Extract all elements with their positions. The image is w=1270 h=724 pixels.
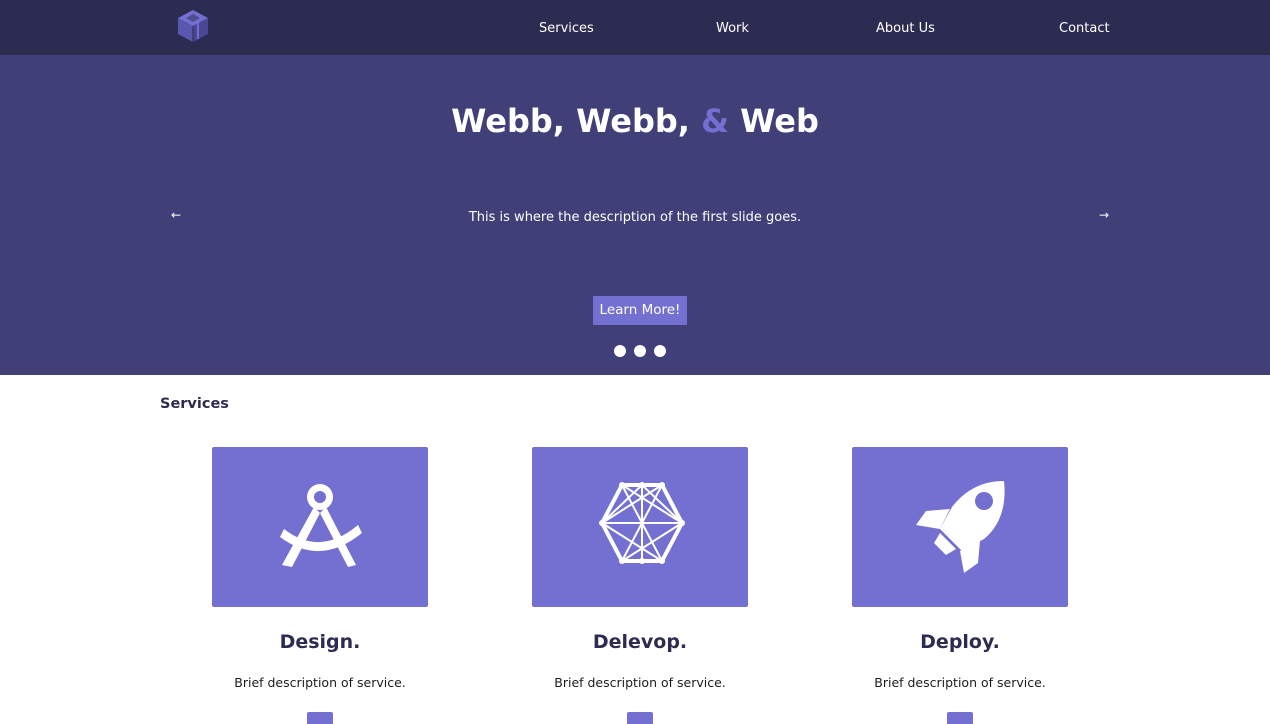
hexagon-network-icon — [599, 482, 685, 564]
carousel-next-arrow-icon[interactable]: → — [1099, 206, 1109, 224]
learn-more-button[interactable]: Learn More! — [593, 296, 687, 325]
hero-title-part2: Web — [728, 102, 819, 140]
hero-description: This is where the description of the fir… — [468, 210, 802, 225]
carousel-dot-2[interactable] — [634, 345, 646, 357]
services-heading: Services — [160, 396, 229, 412]
nav-contact[interactable]: Contact — [1059, 20, 1110, 38]
hero-title: Webb, Webb, & Web — [0, 101, 1270, 141]
service-card-deploy: Deploy. Brief description of service. — [852, 447, 1068, 724]
compass-drafting-icon — [280, 484, 362, 567]
service-card-description: Brief description of service. — [554, 675, 726, 690]
hero-title-part1: Webb, Webb, — [451, 102, 702, 140]
nav-services[interactable]: Services — [539, 20, 594, 38]
service-card-design: Design. Brief description of service. — [212, 447, 428, 724]
service-card-title: Delevop. — [592, 631, 688, 653]
nav-work[interactable]: Work — [716, 20, 749, 38]
service-card-image[interactable] — [852, 447, 1068, 607]
carousel-dot-1[interactable] — [614, 345, 626, 357]
nav-about-us[interactable]: About Us — [876, 20, 935, 38]
service-card-image[interactable] — [532, 447, 748, 607]
logo-icon[interactable] — [178, 8, 212, 46]
service-card-title: Design. — [279, 631, 361, 653]
service-card-develop: Delevop. Brief description of service. — [532, 447, 748, 724]
service-card-button[interactable] — [627, 712, 653, 724]
carousel-dot-3[interactable] — [654, 345, 666, 357]
service-card-button[interactable] — [307, 712, 333, 724]
hero-carousel: Webb, Webb, & Web ← This is where the de… — [0, 55, 1270, 375]
rocket-icon — [916, 481, 1005, 573]
service-card-description: Brief description of service. — [234, 675, 406, 690]
service-card-title: Deploy. — [920, 631, 1000, 653]
navbar: Services Work About Us Contact — [0, 0, 1270, 55]
service-card-description: Brief description of service. — [874, 675, 1046, 690]
hero-title-ampersand: & — [701, 102, 729, 140]
service-card-image[interactable] — [212, 447, 428, 607]
service-card-button[interactable] — [947, 712, 973, 724]
